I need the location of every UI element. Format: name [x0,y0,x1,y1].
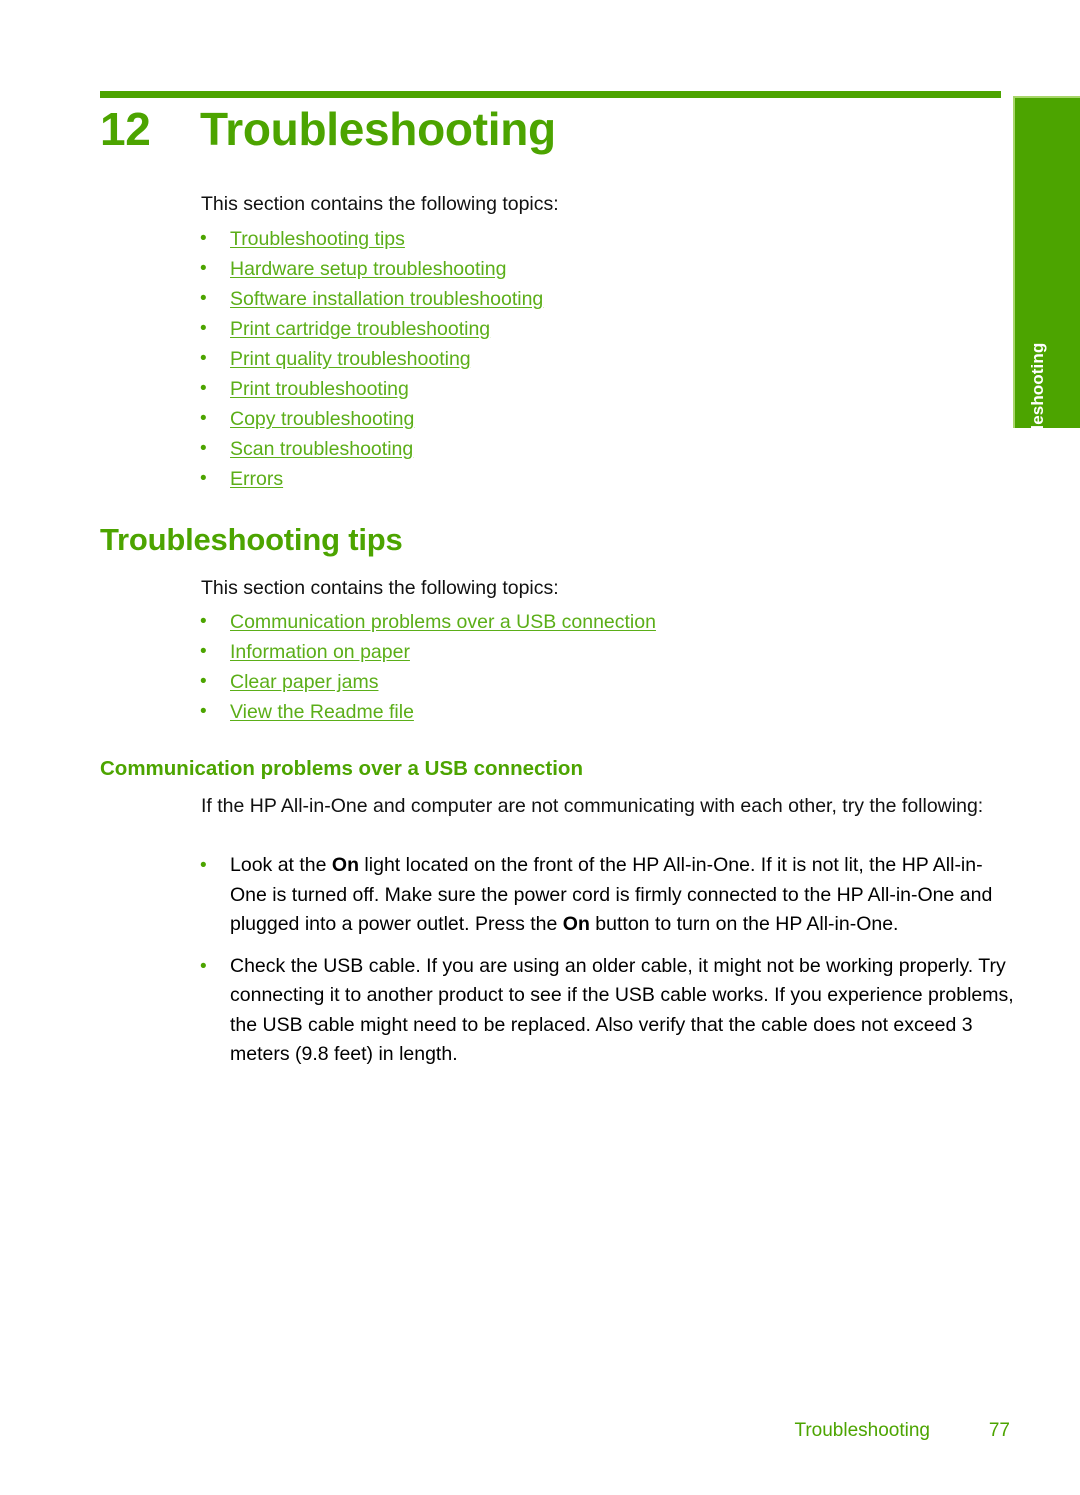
bullet-icon: • [200,701,207,722]
chapter-number: 12 [100,103,151,155]
bullet-icon: • [200,855,207,876]
chapter-intro-text: This section contains the following topi… [201,193,559,215]
toc-link[interactable]: Errors [230,468,283,490]
list-item[interactable]: • Hardware setup troubleshooting [198,254,543,284]
bullet-icon: • [200,611,207,632]
side-tab-label: Troubleshooting [1027,342,1047,478]
list-item: • Look at the On light located on the fr… [198,851,1018,940]
bullet-icon: • [200,228,207,249]
chapter-title: Troubleshooting [200,103,556,155]
list-item[interactable]: • Errors [198,464,543,494]
page-footer: Troubleshooting 77 [0,1420,1080,1448]
list-item[interactable]: • View the Readme file [198,697,656,727]
usb-troubleshooting-steps: • Look at the On light located on the fr… [198,851,1018,1082]
emphasis-on-1: On [331,854,360,876]
toc-link[interactable]: Software installation troubleshooting [230,288,543,310]
subsection-heading-usb-communication: Communication problems over a USB connec… [100,757,583,780]
footer-page-number: 77 [988,1420,1010,1441]
step-text-on-light: Look at the On light located on the fron… [230,854,992,935]
toc-link[interactable]: Print troubleshooting [230,378,409,400]
document-page: 12 Troubleshooting Troubleshooting This … [0,0,1080,1495]
chapter-toc-list: • Troubleshooting tips • Hardware setup … [198,224,543,494]
bullet-icon: • [200,258,207,279]
bullet-icon: • [200,378,207,399]
list-item: • Check the USB cable. If you are using … [198,952,1018,1070]
list-item[interactable]: • Print troubleshooting [198,374,543,404]
bullet-icon: • [200,438,207,459]
step-text-part: button to turn on the HP All-in-One. [589,913,899,935]
bullet-icon: • [200,318,207,339]
list-item[interactable]: • Scan troubleshooting [198,434,543,464]
footer-chapter-label: Troubleshooting [794,1420,930,1441]
step-text-usb-cable: Check the USB cable. If you are using an… [230,954,1014,1066]
section-intro-text: This section contains the following topi… [201,577,559,599]
subsection-intro-paragraph: If the HP All-in-One and computer are no… [201,795,984,817]
bullet-icon: • [200,408,207,429]
toc-link[interactable]: Copy troubleshooting [230,408,414,430]
chapter-heading: 12 Troubleshooting [100,103,556,156]
list-item[interactable]: • Print cartridge troubleshooting [198,314,543,344]
bullet-icon: • [200,288,207,309]
toc-link[interactable]: View the Readme file [230,701,414,723]
toc-link[interactable]: Print cartridge troubleshooting [230,318,490,340]
list-item[interactable]: • Software installation troubleshooting [198,284,543,314]
bullet-icon: • [200,955,207,977]
toc-link[interactable]: Clear paper jams [230,671,378,693]
bullet-icon: • [200,348,207,369]
list-item[interactable]: • Print quality troubleshooting [198,344,543,374]
chapter-divider-rule [100,91,1001,98]
list-item[interactable]: • Copy troubleshooting [198,404,543,434]
toc-link[interactable]: Hardware setup troubleshooting [230,258,506,280]
list-item[interactable]: • Clear paper jams [198,667,656,697]
toc-link[interactable]: Print quality troubleshooting [230,348,471,370]
bullet-icon: • [200,468,207,489]
toc-link[interactable]: Communication problems over a USB connec… [230,611,656,633]
toc-link[interactable]: Information on paper [230,641,410,663]
list-item[interactable]: • Troubleshooting tips [198,224,543,254]
list-item[interactable]: • Communication problems over a USB conn… [198,607,656,637]
list-item[interactable]: • Information on paper [198,637,656,667]
toc-link[interactable]: Troubleshooting tips [230,228,405,250]
step-text-part: Look at the [230,854,332,876]
side-tab: Troubleshooting [1013,96,1080,477]
bullet-icon: • [200,641,207,662]
toc-link[interactable]: Scan troubleshooting [230,438,413,460]
section-toc-list: • Communication problems over a USB conn… [198,607,656,727]
section-heading-troubleshooting-tips: Troubleshooting tips [100,522,403,557]
emphasis-on-2: On [562,913,590,935]
bullet-icon: • [200,671,207,692]
